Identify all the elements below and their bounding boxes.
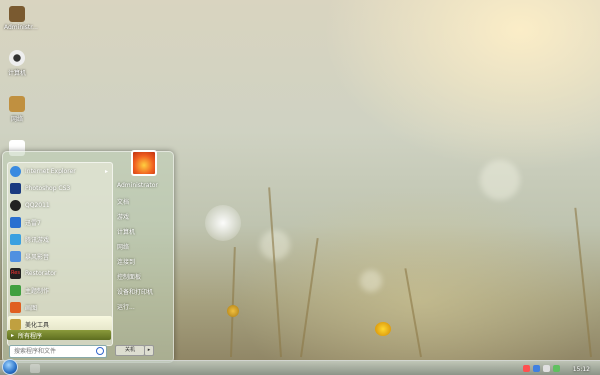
bokeh-light bbox=[260, 230, 290, 260]
dandelion bbox=[205, 205, 241, 241]
user-avatar[interactable] bbox=[131, 150, 157, 176]
program-label: Internet Explorer bbox=[25, 168, 76, 175]
program-label: 暴风影音 bbox=[25, 254, 50, 261]
program-thunder[interactable]: 迅雷7 bbox=[8, 214, 112, 231]
program-theme-maker[interactable]: 主题制作 bbox=[8, 282, 112, 299]
taskbar-clock[interactable]: 15:12 bbox=[573, 366, 590, 373]
folder-icon bbox=[9, 6, 25, 22]
program-label: 迅雷7 bbox=[25, 220, 41, 227]
desktop-icon-computer[interactable]: 计算机 bbox=[4, 50, 30, 77]
right-item-control-panel[interactable]: 控制面板 bbox=[117, 272, 141, 281]
bokeh-light bbox=[360, 270, 382, 292]
right-item-administrator[interactable]: Administrator bbox=[117, 182, 158, 189]
program-internet-explorer[interactable]: Internet Explorer ▸ bbox=[8, 163, 112, 180]
right-item-games[interactable]: 游戏 bbox=[117, 212, 129, 221]
yellow-flower bbox=[227, 305, 239, 317]
theme-maker-icon bbox=[10, 285, 21, 296]
submenu-arrow-icon[interactable]: ▸ bbox=[105, 168, 108, 175]
program-label: 腾讯游戏 bbox=[25, 237, 50, 244]
search-placeholder: 搜索程序和文件 bbox=[14, 348, 57, 355]
shutdown-options-button[interactable]: ▸ bbox=[144, 345, 154, 356]
desktop-icon-administrator[interactable]: Administr... bbox=[4, 6, 38, 31]
qq-penguin-icon bbox=[10, 200, 21, 211]
beautify-tool-icon bbox=[10, 319, 21, 330]
grass-stem bbox=[574, 207, 592, 358]
thunder-bird-icon bbox=[10, 217, 21, 228]
grass-stem bbox=[300, 238, 319, 358]
tencent-games-icon bbox=[10, 234, 21, 245]
right-item-documents[interactable]: 文档 bbox=[117, 197, 129, 206]
program-baofeng[interactable]: 暴风影音 bbox=[8, 248, 112, 265]
grass-stem bbox=[404, 268, 422, 358]
right-item-network[interactable]: 网络 bbox=[117, 242, 129, 251]
program-label: 画图 bbox=[25, 305, 38, 312]
right-item-run[interactable]: 运行... bbox=[117, 302, 135, 311]
program-paint[interactable]: 画图 bbox=[8, 299, 112, 316]
restorator-icon: Res bbox=[10, 268, 21, 279]
start-menu: Internet Explorer ▸ Photoshop CS3 QQ2011… bbox=[2, 150, 174, 363]
all-programs-button[interactable]: ▸ 所有程序 bbox=[7, 330, 111, 340]
program-qq[interactable]: QQ2011 bbox=[8, 197, 112, 214]
shutdown-button[interactable]: 关机 bbox=[115, 345, 145, 356]
internet-explorer-icon bbox=[10, 166, 21, 177]
right-item-computer[interactable]: 计算机 bbox=[117, 227, 135, 236]
program-label: 主题制作 bbox=[25, 288, 50, 295]
start-orb-button[interactable] bbox=[2, 359, 18, 375]
arrow-right-icon: ▸ bbox=[11, 331, 15, 339]
desktop-icon-label: Administr... bbox=[4, 24, 38, 31]
program-label: 美化工具 bbox=[25, 322, 50, 329]
tray-volume-icon[interactable] bbox=[543, 365, 550, 372]
network-icon bbox=[9, 96, 25, 112]
all-programs-label: 所有程序 bbox=[18, 332, 43, 340]
yellow-flower bbox=[375, 322, 391, 336]
start-menu-programs: Internet Explorer ▸ Photoshop CS3 QQ2011… bbox=[7, 162, 113, 346]
computer-icon bbox=[9, 50, 25, 66]
tray-app-icon[interactable] bbox=[523, 365, 530, 372]
desktop-icon-label: 网络 bbox=[10, 116, 23, 123]
program-photoshop[interactable]: Photoshop CS3 bbox=[8, 180, 112, 197]
desktop-icon-network[interactable]: 网络 bbox=[4, 96, 30, 123]
search-icon[interactable] bbox=[96, 347, 104, 355]
show-desktop-icon[interactable] bbox=[30, 364, 40, 373]
program-label: QQ2011 bbox=[25, 202, 50, 209]
paint-icon bbox=[10, 302, 21, 313]
photoshop-icon bbox=[10, 183, 21, 194]
taskbar: 15:12 bbox=[0, 359, 600, 375]
baofeng-player-icon bbox=[10, 251, 21, 262]
program-restorator[interactable]: Res Restorator bbox=[8, 265, 112, 282]
bokeh-light bbox=[480, 160, 520, 200]
tray-flag-icon[interactable] bbox=[553, 365, 560, 372]
right-item-devices-printers[interactable]: 设备和打印机 bbox=[117, 287, 153, 296]
desktop-icon-label: 计算机 bbox=[7, 70, 26, 77]
program-tencent-games[interactable]: 腾讯游戏 bbox=[8, 231, 112, 248]
right-item-connect-to[interactable]: 连接到 bbox=[117, 257, 135, 266]
start-search-input[interactable]: 搜索程序和文件 bbox=[9, 345, 107, 358]
program-label: Restorator bbox=[25, 270, 57, 277]
tray-network-icon[interactable] bbox=[533, 365, 540, 372]
grass-stem bbox=[230, 247, 236, 358]
grass-stem bbox=[268, 187, 282, 358]
program-label: Photoshop CS3 bbox=[25, 185, 71, 192]
